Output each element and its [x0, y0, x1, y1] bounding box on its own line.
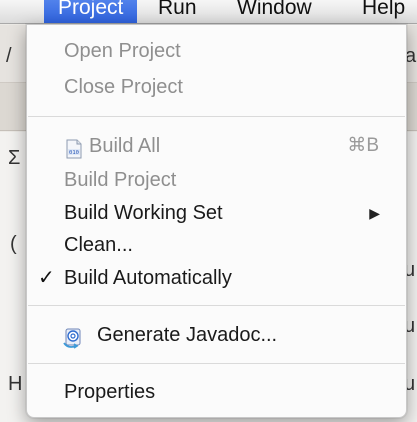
submenu-arrow-icon: ▶ [369, 205, 380, 221]
menu-item-label: Build Automatically [64, 267, 232, 289]
menu-item-close-project[interactable]: Close Project [27, 72, 406, 102]
menu-item-build-working-set[interactable]: Build Working Set ▶ [27, 198, 406, 228]
menu-bar-run[interactable]: Run [158, 0, 197, 23]
background-fragment: H [8, 373, 23, 395]
menu-item-build-automatically[interactable]: ✓ Build Automatically [27, 263, 406, 293]
menu-item-open-project[interactable]: Open Project [27, 36, 406, 66]
menu-item-label: Generate Javadoc... [97, 324, 278, 346]
menu-bar: Project Run Window Help [0, 0, 417, 24]
menu-item-label: Build Working Set [64, 202, 223, 224]
menu-item-label: Clean... [64, 234, 133, 256]
menu-item-build-all[interactable]: 010 Build All ⌘B [27, 131, 406, 161]
menu-item-label: Close Project [64, 76, 183, 98]
background-fragment: ( [10, 233, 17, 255]
menu-bar-window[interactable]: Window [237, 0, 312, 23]
background-fragment: Σ [8, 147, 21, 169]
binary-file-icon: 010 [64, 138, 84, 159]
menu-item-label: Build Project [64, 169, 177, 191]
menu-item-label: Open Project [64, 40, 181, 62]
menu-bar-project[interactable]: Project [44, 0, 138, 23]
menu-separator [28, 363, 405, 365]
checkmark-icon: ✓ [38, 267, 55, 289]
menu-bar-help[interactable]: Help [362, 0, 405, 23]
background-fragment: / [6, 45, 12, 67]
menu-separator [28, 305, 405, 307]
menu-item-label: Properties [64, 381, 156, 403]
menu-item-clean[interactable]: Clean... [27, 230, 406, 260]
menu-item-properties[interactable]: Properties [27, 377, 406, 407]
svg-text:010: 010 [69, 150, 79, 156]
menu-separator [28, 116, 405, 118]
menu-item-build-project[interactable]: Build Project [27, 165, 406, 195]
javadoc-icon [62, 327, 82, 349]
menu-item-shortcut: ⌘B [347, 135, 379, 156]
menu-item-generate-javadoc[interactable]: Generate Javadoc... [27, 320, 406, 350]
menu-item-label: Build All [89, 135, 161, 157]
project-menu: Open Project Close Project 010 Build All… [26, 24, 407, 418]
